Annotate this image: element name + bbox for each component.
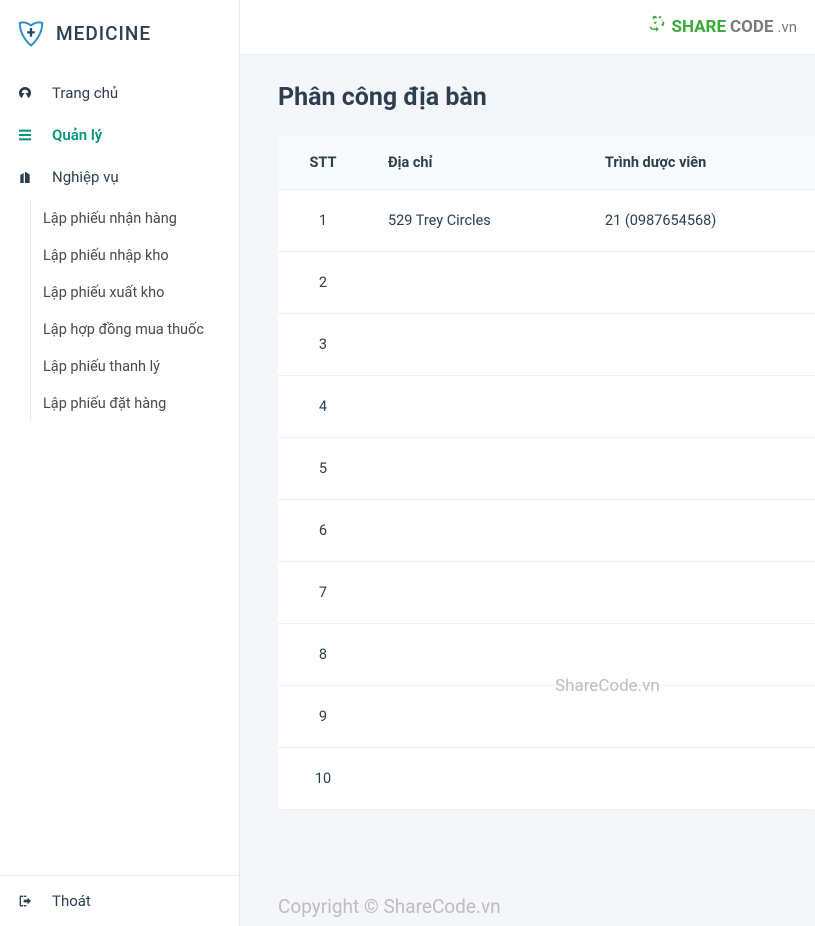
cell-stt: 2	[278, 252, 368, 314]
cell-stt: 6	[278, 500, 368, 562]
nav-item-business[interactable]: Nghiệp vụ	[0, 156, 239, 198]
table-row[interactable]: 1529 Trey Circles21 (0987654568)	[278, 190, 815, 252]
cell-address	[368, 562, 585, 624]
sharecode-logo[interactable]: SHARECODE.vn	[646, 14, 797, 41]
cell-address: 529 Trey Circles	[368, 190, 585, 252]
logout-button[interactable]: Thoát	[0, 876, 239, 926]
cell-stt: 10	[278, 748, 368, 810]
cell-rep	[585, 314, 815, 376]
cell-stt: 9	[278, 686, 368, 748]
submenu: Lập phiếu nhận hàng Lập phiếu nhập kho L…	[30, 200, 239, 422]
main-content: SHARECODE.vn Phân công địa bàn STT Địa c…	[240, 0, 815, 926]
cell-address	[368, 252, 585, 314]
recycle-icon	[646, 14, 668, 41]
cell-rep	[585, 624, 815, 686]
brand: MEDICINE	[0, 0, 239, 66]
cell-stt: 7	[278, 562, 368, 624]
nav-label-home: Trang chủ	[52, 84, 118, 102]
table-row[interactable]: 5	[278, 438, 815, 500]
table-row[interactable]: 4	[278, 376, 815, 438]
cell-stt: 8	[278, 624, 368, 686]
cell-rep	[585, 748, 815, 810]
cell-address	[368, 500, 585, 562]
cell-rep	[585, 252, 815, 314]
cell-address	[368, 438, 585, 500]
dashboard-icon	[16, 84, 34, 102]
submenu-item[interactable]: Lập hợp đồng mua thuốc	[37, 311, 239, 348]
cell-stt: 5	[278, 438, 368, 500]
sidebar-footer: Thoát	[0, 875, 239, 926]
page-title: Phân công địa bàn	[278, 83, 815, 112]
nav-item-home[interactable]: Trang chủ	[0, 72, 239, 114]
table-row[interactable]: 3	[278, 314, 815, 376]
topbar: SHARECODE.vn	[240, 0, 815, 55]
cell-address	[368, 624, 585, 686]
table-row[interactable]: 10	[278, 748, 815, 810]
cell-address	[368, 686, 585, 748]
cell-rep	[585, 562, 815, 624]
cell-stt: 3	[278, 314, 368, 376]
table-row[interactable]: 9	[278, 686, 815, 748]
brand-title: MEDICINE	[56, 22, 151, 45]
content: Phân công địa bàn STT Địa chỉ Trình dược…	[240, 55, 815, 810]
cell-rep	[585, 686, 815, 748]
sidebar: MEDICINE Trang chủ Quản lý Nghiệp vụ Lập…	[0, 0, 240, 926]
logout-icon	[16, 892, 34, 910]
table-row[interactable]: 2	[278, 252, 815, 314]
table-row[interactable]: 8	[278, 624, 815, 686]
nav-menu: Trang chủ Quản lý Nghiệp vụ	[0, 66, 239, 198]
cell-address	[368, 748, 585, 810]
cell-stt: 1	[278, 190, 368, 252]
cell-rep: 21 (0987654568)	[585, 190, 815, 252]
submenu-item[interactable]: Lập phiếu nhập kho	[37, 237, 239, 274]
table-row[interactable]: 6	[278, 500, 815, 562]
logout-label: Thoát	[52, 892, 91, 910]
assignment-table: STT Địa chỉ Trình dược viên 1529 Trey Ci…	[278, 136, 815, 810]
col-header-stt[interactable]: STT	[278, 136, 368, 190]
table-row[interactable]: 7	[278, 562, 815, 624]
logo-text-code: CODE	[730, 17, 773, 37]
cell-stt: 4	[278, 376, 368, 438]
logo-text-vn: .vn	[777, 18, 797, 36]
nav-label-business: Nghiệp vụ	[52, 168, 119, 186]
submenu-item[interactable]: Lập phiếu đặt hàng	[37, 385, 239, 422]
cell-rep	[585, 376, 815, 438]
cell-address	[368, 376, 585, 438]
col-header-address[interactable]: Địa chỉ	[368, 136, 585, 190]
list-icon	[16, 126, 34, 144]
submenu-item[interactable]: Lập phiếu thanh lý	[37, 348, 239, 385]
table-header-row: STT Địa chỉ Trình dược viên	[278, 136, 815, 190]
col-header-rep[interactable]: Trình dược viên	[585, 136, 815, 190]
cell-rep	[585, 500, 815, 562]
submenu-item[interactable]: Lập phiếu xuất kho	[37, 274, 239, 311]
submenu-item[interactable]: Lập phiếu nhận hàng	[37, 200, 239, 237]
medicine-logo-icon	[16, 18, 46, 48]
nav-item-manage[interactable]: Quản lý	[0, 114, 239, 156]
logo-text-share: SHARE	[672, 17, 727, 37]
nav-label-manage: Quản lý	[52, 126, 102, 144]
cell-rep	[585, 438, 815, 500]
building-icon	[16, 168, 34, 186]
cell-address	[368, 314, 585, 376]
